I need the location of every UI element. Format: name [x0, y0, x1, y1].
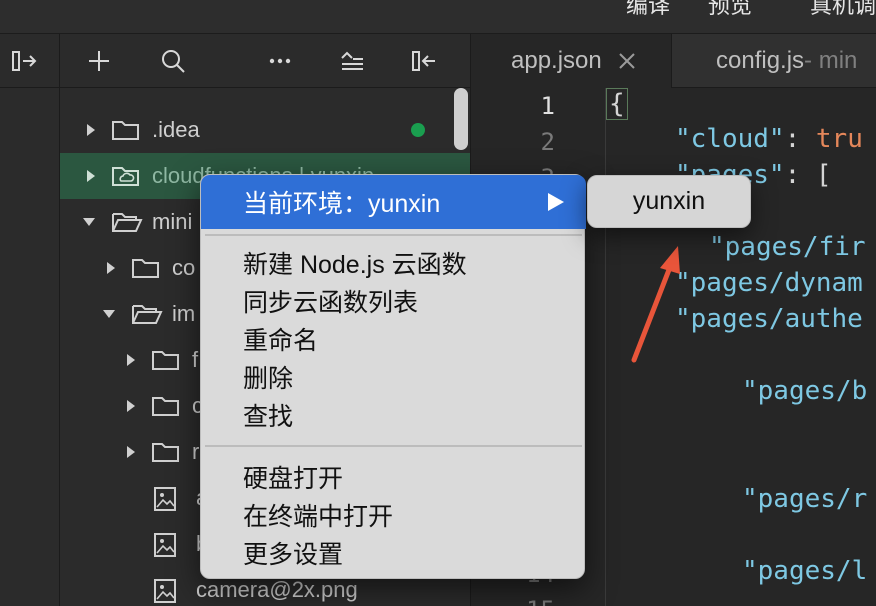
image-file-icon — [153, 486, 183, 511]
close-icon[interactable] — [618, 52, 636, 70]
folder-icon — [151, 440, 181, 464]
tree-item-label: co — [172, 255, 196, 280]
add-icon[interactable] — [84, 46, 114, 76]
code-token: "cloud" — [675, 124, 785, 154]
tree-item-label: .idea — [152, 117, 200, 142]
folder-icon — [151, 348, 181, 372]
code-line-page: "pages/r — [742, 484, 868, 514]
indent-guide — [605, 88, 606, 606]
tree-item-label: r — [192, 439, 200, 464]
image-file-icon — [153, 578, 183, 603]
tab-config-js[interactable]: config.js - min — [673, 34, 876, 88]
menu-item-find[interactable]: 查找 — [201, 396, 586, 434]
menu-item-open-in-finder[interactable]: 硬盘打开 — [201, 458, 586, 496]
code-line-page: "pages/authe — [675, 304, 863, 334]
more-icon[interactable] — [265, 46, 295, 76]
image-file-icon — [153, 532, 183, 557]
hide-panel-icon[interactable] — [410, 46, 440, 76]
context-menu: 当前环境：yunxin 新建 Node.js 云函数 同步云函数列表 重命名 删… — [200, 174, 586, 579]
explorer-toolbar — [60, 34, 470, 88]
menu-item-delete[interactable]: 删除 — [201, 358, 586, 396]
tree-item-label: camera@2x.png — [196, 577, 358, 602]
tab-label: config.js — [716, 47, 805, 74]
explorer-scrollbar-thumb[interactable] — [454, 88, 468, 150]
side-strip — [0, 34, 60, 606]
git-status-dot — [411, 123, 425, 137]
collapsed-arrow-icon[interactable] — [124, 399, 138, 413]
folder-icon — [131, 256, 161, 280]
tab-app-json[interactable]: app.json — [471, 34, 672, 88]
tree-item-label: im — [172, 301, 196, 326]
menu-item-new-cloud-function[interactable]: 新建 Node.js 云函数 — [201, 244, 586, 282]
folder-icon — [111, 118, 141, 142]
tree-item-label: f — [192, 347, 199, 372]
side-strip-toolbar — [0, 34, 60, 88]
code-line-page: "pages/b — [742, 376, 868, 406]
menu-item-rename[interactable]: 重命名 — [201, 320, 586, 358]
search-icon[interactable] — [158, 46, 188, 76]
menu-real-device-debug[interactable]: 真机调 — [810, 0, 876, 20]
menu-preview[interactable]: 预览 — [708, 0, 752, 20]
code-line-page: "pages/fir — [709, 232, 866, 262]
expanded-arrow-icon[interactable] — [82, 215, 96, 229]
collapsed-arrow-icon[interactable] — [124, 445, 138, 459]
tab-path-suffix: - min — [804, 47, 858, 74]
code-token: : [ — [784, 160, 832, 190]
expanded-arrow-icon[interactable] — [102, 307, 116, 321]
line-number: 2 — [540, 128, 555, 156]
collapsed-arrow-icon[interactable] — [104, 261, 118, 275]
cloud-folder-icon — [111, 164, 141, 188]
line-number: 1 — [540, 92, 555, 120]
tree-item-label: mini — [152, 209, 193, 234]
code-line-2: "cloud": tru — [675, 124, 863, 154]
open-folder-icon — [131, 302, 163, 326]
collapsed-arrow-icon[interactable] — [124, 353, 138, 367]
submenu-arrow-icon — [548, 193, 564, 211]
menu-compile[interactable]: 编译 — [626, 0, 670, 20]
collapse-sidebar-icon[interactable] — [10, 46, 40, 76]
code-line-page: "pages/dynam — [675, 268, 863, 298]
submenu-environment-yunxin[interactable]: yunxin — [587, 175, 751, 228]
code-line-page: "pages/l — [742, 556, 868, 586]
open-folder-icon — [111, 210, 143, 234]
menu-separator — [205, 445, 582, 447]
editor-tabbar: app.json config.js - min — [471, 34, 876, 88]
menu-item-open-in-terminal[interactable]: 在终端中打开 — [201, 496, 586, 534]
submenu-item-label: yunxin — [632, 187, 706, 215]
top-menubar: 编译 预览 真机调 — [0, 0, 876, 34]
code-token: tru — [815, 124, 863, 154]
tree-row-idea[interactable]: .idea — [60, 107, 470, 153]
annotation-arrow-icon — [631, 246, 680, 363]
folder-icon — [151, 394, 181, 418]
code-line-1: { — [606, 88, 628, 120]
menu-separator — [205, 234, 582, 236]
menu-item-sync-cloud-functions[interactable]: 同步云函数列表 — [201, 282, 586, 320]
menu-item-label: 当前环境：yunxin — [243, 190, 441, 218]
tab-label: app.json — [511, 47, 602, 74]
menu-item-current-environment[interactable]: 当前环境：yunxin — [201, 175, 586, 229]
collapse-all-icon[interactable] — [337, 46, 367, 76]
collapsed-arrow-icon[interactable] — [84, 123, 98, 137]
collapsed-arrow-icon[interactable] — [84, 169, 98, 183]
line-number: 15 — [471, 596, 555, 606]
menu-item-more-settings[interactable]: 更多设置 — [201, 534, 586, 572]
